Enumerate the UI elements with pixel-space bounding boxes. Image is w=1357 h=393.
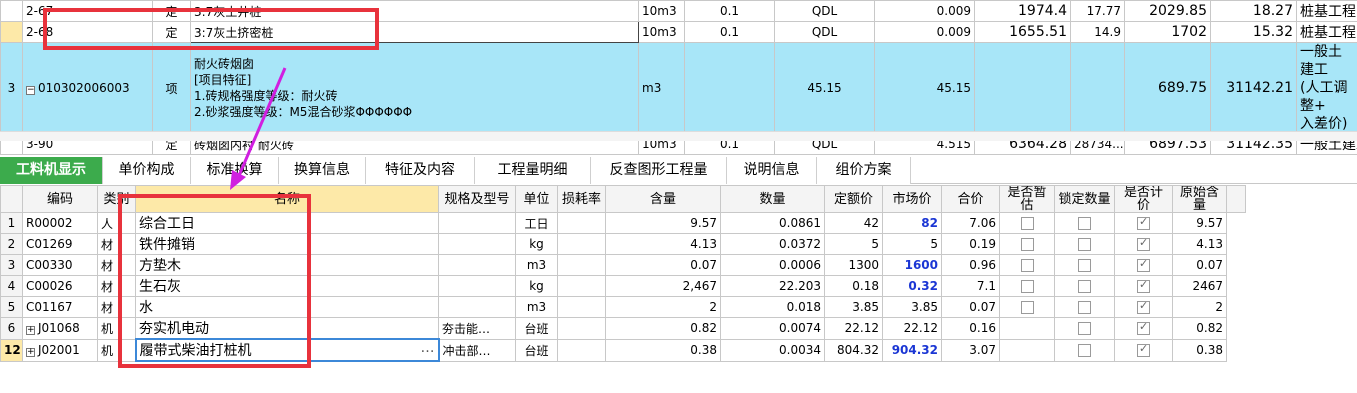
annotation-arrow	[230, 67, 287, 190]
